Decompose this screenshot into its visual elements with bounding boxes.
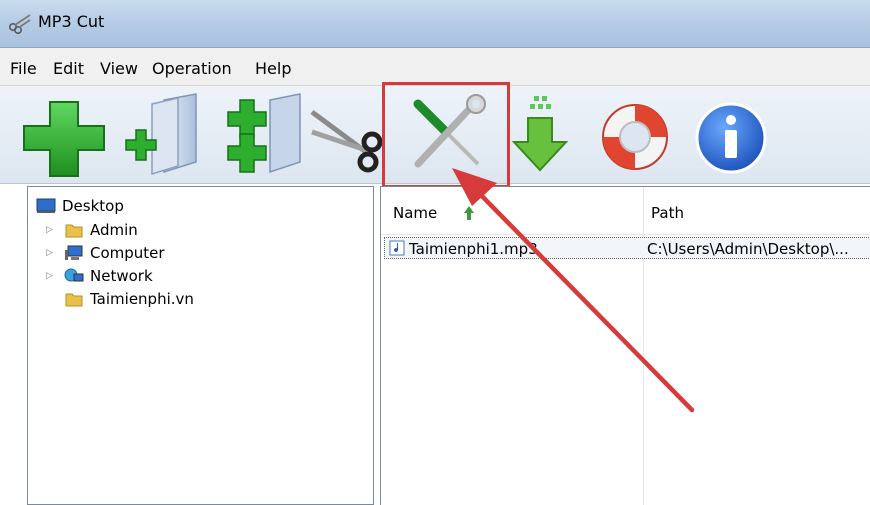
list-header: Name Path (381, 187, 870, 235)
menu-file[interactable]: File (10, 59, 37, 78)
tree-item-label: Admin (90, 221, 138, 239)
folder-tree[interactable]: Desktop ▷ Admin ▷ Computer ▷ Network Tai… (27, 186, 374, 505)
tree-item-taimienphi[interactable]: Taimienphi.vn (64, 288, 194, 310)
network-icon (64, 267, 84, 285)
download-button[interactable] (510, 92, 570, 178)
cut-button[interactable] (306, 92, 386, 178)
window-title: MP3 Cut (38, 12, 105, 31)
info-icon (690, 92, 772, 178)
computer-icon (64, 244, 84, 262)
about-button[interactable] (690, 92, 772, 178)
add-button[interactable] (20, 92, 110, 178)
table-row[interactable]: Taimienphi1.mp3 C:\Users\Admin\Desktop\.… (384, 237, 870, 259)
add-multiple-button[interactable] (212, 92, 304, 178)
expand-icon[interactable]: ▷ (46, 225, 56, 235)
audio-file-icon (389, 240, 405, 260)
column-header-path[interactable]: Path (651, 204, 684, 222)
lifebuoy-icon (592, 92, 678, 178)
tree-item-network[interactable]: ▷ Network (46, 265, 153, 287)
file-list[interactable]: Name Path Taimienphi1.mp3 C:\Users\Admin… (380, 186, 870, 505)
title-bar: MP3 Cut (0, 0, 870, 48)
folder-icon (64, 221, 84, 239)
tree-item-label: Network (90, 267, 153, 285)
column-divider (643, 187, 644, 505)
folder-plus-icon (112, 92, 202, 178)
help-button[interactable] (592, 92, 678, 178)
menu-view[interactable]: View (100, 59, 138, 78)
menu-edit[interactable]: Edit (53, 59, 84, 78)
expand-icon[interactable]: ▷ (46, 248, 56, 258)
expand-icon[interactable]: ▷ (46, 271, 56, 281)
add-folder-button[interactable] (112, 92, 202, 178)
menu-operation[interactable]: Operation (152, 59, 232, 78)
menu-bar: File Edit View Operation Help (0, 48, 870, 86)
scissors-icon (306, 92, 386, 178)
tree-item-computer[interactable]: ▷ Computer (46, 242, 165, 264)
folder-icon (64, 290, 84, 308)
scissors-icon (8, 12, 32, 35)
sort-arrow-icon (463, 205, 475, 225)
file-name-cell: Taimienphi1.mp3 (409, 240, 538, 258)
tree-item-label: Desktop (62, 197, 124, 215)
green-down-arrow-icon (510, 92, 570, 178)
green-plus-icon (20, 92, 110, 178)
tree-item-label: Computer (90, 244, 165, 262)
tree-item-desktop[interactable]: Desktop (36, 195, 124, 217)
annotation-highlight-box (382, 82, 510, 188)
desktop-icon (36, 197, 56, 215)
file-path-cell: C:\Users\Admin\Desktop\... (647, 240, 849, 258)
stacked-plus-icon (212, 92, 304, 178)
tree-item-label: Taimienphi.vn (90, 290, 194, 308)
tree-item-admin[interactable]: ▷ Admin (46, 219, 138, 241)
column-header-name[interactable]: Name (393, 204, 437, 222)
menu-help[interactable]: Help (255, 59, 291, 78)
